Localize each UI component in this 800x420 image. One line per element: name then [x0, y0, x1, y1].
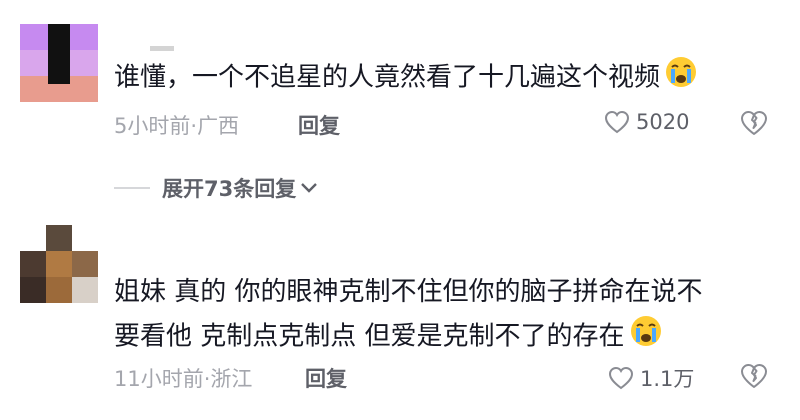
- like-button[interactable]: 1.1万: [608, 363, 694, 393]
- like-count: 5020: [636, 110, 690, 134]
- crying-face-emoji-icon: [664, 55, 698, 101]
- broken-heart-icon: [741, 364, 767, 388]
- redaction-mark: [150, 46, 174, 51]
- avatar[interactable]: [20, 225, 98, 303]
- divider-line: [114, 187, 150, 189]
- reply-button[interactable]: 回复: [305, 363, 347, 393]
- like-button[interactable]: 5020: [604, 110, 689, 134]
- comment-time: 11小时前: [114, 367, 204, 391]
- comment-text: 谁懂，一个不追星的人竟然看了十几遍这个视频: [114, 55, 698, 101]
- heart-outline-icon: [608, 366, 634, 390]
- comment-line: 要看他 克制点克制点 但爱是克制不了的存在: [114, 321, 625, 352]
- heart-outline-icon: [604, 110, 630, 134]
- comment-time: 5小时前: [114, 114, 191, 138]
- reply-button[interactable]: 回复: [298, 110, 340, 140]
- broken-heart-icon: [741, 111, 767, 135]
- comment-location: 广西: [197, 114, 240, 138]
- comment-location: 浙江: [210, 367, 253, 391]
- avatar[interactable]: [20, 24, 98, 102]
- like-count: 1.1万: [640, 367, 695, 391]
- crying-face-emoji-icon: [629, 314, 663, 360]
- comment-line: 姐妹 真的 你的眼神克制不住但你的脑子拼命在说不: [114, 277, 703, 307]
- comment-meta: 11小时前·浙江: [114, 367, 253, 391]
- comment-line-with-emoji: 要看他 克制点克制点 但爱是克制不了的存在: [114, 314, 703, 360]
- chevron-down-icon: [301, 183, 318, 193]
- dislike-button[interactable]: [740, 110, 768, 140]
- comment-text: 姐妹 真的 你的眼神克制不住但你的脑子拼命在说不 要看他 克制点克制点 但爱是克…: [114, 272, 703, 360]
- expand-replies-button[interactable]: 展开73条回复: [114, 173, 318, 203]
- comment-meta: 5小时前·广西: [114, 114, 240, 138]
- expand-replies-label: 展开73条回复: [162, 177, 297, 201]
- dislike-button[interactable]: [740, 363, 768, 393]
- comment-line: 谁懂，一个不追星的人竟然看了十几遍这个视频: [114, 62, 661, 93]
